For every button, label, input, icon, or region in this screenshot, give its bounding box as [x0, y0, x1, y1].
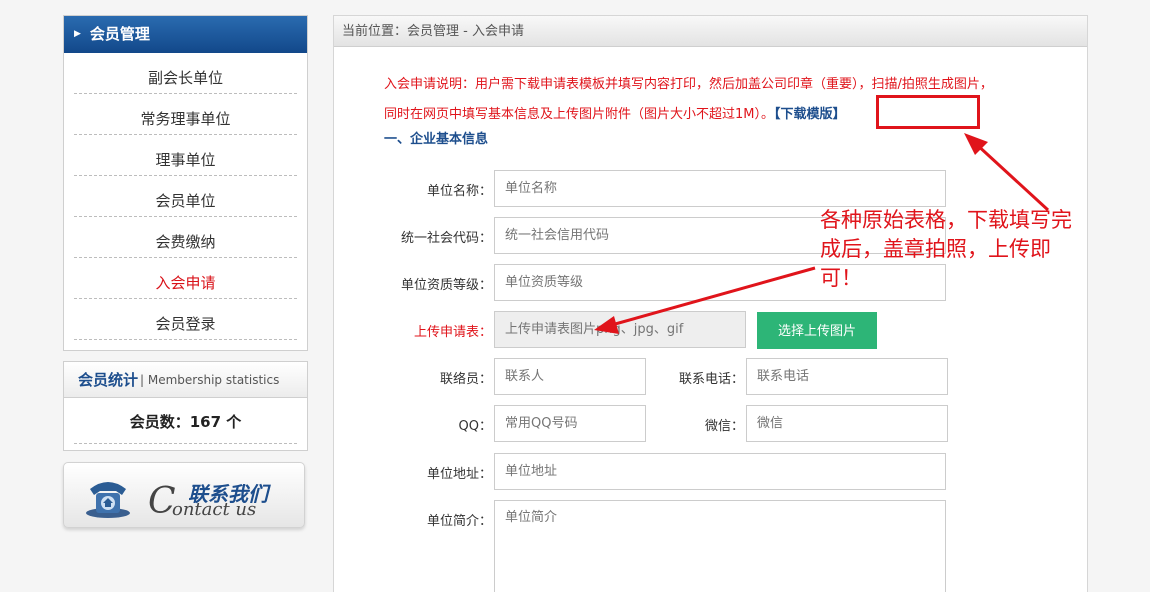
section-title: 一、企业基本信息 [384, 132, 489, 147]
breadcrumb: 当前位置：会员管理 - 入会申请 [334, 16, 1087, 47]
sidebar-item-5[interactable]: 入会申请 [74, 258, 297, 299]
contact-person-input[interactable] [494, 358, 646, 395]
page: ▶ 会员管理 副会长单位 常务理事单位 理事单位 会员单位 会费缴纳 入会申请 会员登录 会… [0, 0, 1150, 592]
unit-name-input[interactable] [494, 170, 946, 207]
contact-person-label: 联络员： [439, 372, 492, 387]
main-panel: 当前位置：会员管理 - 入会申请 入会申请说明：用户需下载申请表模板并填写内容打… [333, 15, 1088, 592]
upload-form-input[interactable] [494, 311, 746, 348]
intro-textarea[interactable] [494, 500, 946, 592]
member-menu: ▶ 会员管理 副会长单位 常务理事单位 理事单位 会员单位 会费缴纳 入会申请 会员登录 [63, 15, 308, 351]
download-highlight-box [876, 95, 980, 129]
sidebar-item-3[interactable]: 会员单位 [74, 176, 297, 217]
wechat-input[interactable] [746, 405, 948, 442]
sidebar-item-0[interactable]: 副会长单位 [74, 53, 297, 94]
member-stats-header: 会员统计 | Membership statistics [64, 362, 307, 398]
unit-name-label: 单位名称： [426, 184, 492, 199]
sidebar-item-1[interactable]: 常务理事单位 [74, 94, 297, 135]
member-menu-header: ▶ 会员管理 [64, 16, 307, 53]
qualification-label: 单位资质等级： [400, 278, 492, 293]
qq-input[interactable] [494, 405, 646, 442]
member-count: 会员数：167 个 [74, 398, 297, 444]
download-template-link[interactable]: 【下载模版】 [774, 107, 846, 122]
annotation-note: 各种原始表格，下载填写完成后，盖章拍照，上传即可！ [820, 208, 1072, 290]
sidebar-item-6[interactable]: 会员登录 [74, 299, 297, 340]
member-stats: 会员统计 | Membership statistics 会员数：167 个 [63, 361, 308, 451]
member-stats-subtitle: | Membership statistics [140, 372, 280, 387]
phone-input[interactable] [746, 358, 948, 395]
phone-label: 联系电话： [678, 372, 744, 387]
wechat-label: 微信： [704, 419, 744, 434]
qq-label: QQ： [458, 419, 492, 434]
member-stats-title: 会员统计 [78, 371, 139, 389]
sidebar-item-2[interactable]: 理事单位 [74, 135, 297, 176]
caret-right-icon: ▶ [74, 29, 81, 39]
contact-us-subtitle: ontact us [172, 499, 257, 520]
upload-form-label: 上传申请表： [413, 325, 492, 340]
member-menu-title: 会员管理 [89, 25, 150, 43]
telephone-icon [86, 482, 130, 518]
sidebar-item-4[interactable]: 会费缴纳 [74, 217, 297, 258]
address-label: 单位地址： [426, 467, 492, 482]
member-menu-list: 副会长单位 常务理事单位 理事单位 会员单位 会费缴纳 入会申请 会员登录 [64, 53, 307, 340]
address-input[interactable] [494, 453, 946, 490]
contact-us-banner[interactable]: C 联系我们 ontact us [63, 462, 305, 528]
choose-upload-image-button[interactable]: 选择上传图片 [757, 312, 877, 349]
intro-label: 单位简介： [426, 514, 492, 529]
credit-code-label: 统一社会代码： [400, 231, 492, 246]
